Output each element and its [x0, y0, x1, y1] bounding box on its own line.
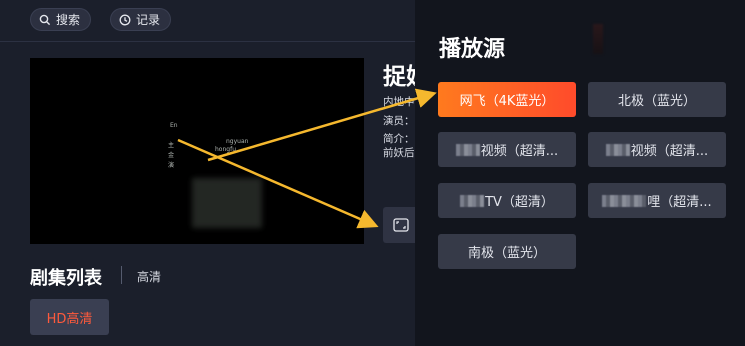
- intro-label: 简介：: [383, 133, 415, 145]
- region-text: 内地中: [383, 96, 415, 108]
- panel-title: 播放源: [439, 37, 506, 62]
- source-label: 哩（超清...: [647, 195, 712, 210]
- search-button[interactable]: 搜索: [30, 8, 92, 31]
- source-label: 南极（蓝光）: [467, 246, 546, 261]
- search-icon: [39, 14, 51, 25]
- source-video-2[interactable]: 视频（超清...: [588, 132, 726, 167]
- video-overlay-text: ngyuan: [226, 138, 249, 145]
- source-video-1[interactable]: 视频（超清...: [438, 132, 576, 167]
- source-bili[interactable]: 哩（超清...: [588, 183, 726, 218]
- intro-text: 前妖后: [383, 147, 415, 159]
- source-label: 网飞（4K蓝光）: [459, 94, 555, 109]
- source-netflix-4k[interactable]: 网飞（4K蓝光）: [438, 82, 576, 117]
- fullscreen-icon: [393, 218, 409, 232]
- masked-text: [602, 194, 647, 207]
- search-label: 搜索: [56, 13, 81, 27]
- top-bar: 搜索 记录: [0, 0, 415, 42]
- cast-label: 演员：: [383, 115, 415, 127]
- video-frame-blur: [192, 178, 262, 228]
- video-overlay-text: En: [170, 122, 178, 129]
- video-overlay-text: 主: [168, 142, 175, 149]
- source-tv[interactable]: TV（超清）: [438, 183, 576, 218]
- masked-text: [605, 143, 630, 156]
- source-label: 北极（蓝光）: [617, 94, 696, 109]
- episode-quality-label: 高清: [137, 270, 162, 284]
- video-overlay-text: hongfu: [215, 146, 236, 153]
- source-label: TV（超清）: [485, 195, 554, 210]
- history-label: 记录: [136, 13, 161, 27]
- clock-icon: [119, 14, 131, 25]
- masked-text: [455, 143, 480, 156]
- source-nanji[interactable]: 南极（蓝光）: [438, 234, 576, 269]
- source-panel: 播放源 网飞（4K蓝光） 北极（蓝光） 视频（超清... 视频（超清... TV…: [415, 0, 745, 346]
- video-overlay-text: 演: [168, 162, 175, 169]
- source-label: 视频（超清...: [480, 144, 559, 159]
- video-overlay-text: 金: [168, 152, 175, 159]
- episode-hd-button[interactable]: HD高清: [30, 299, 109, 335]
- panel-decoration: [593, 24, 603, 54]
- fullscreen-button[interactable]: [383, 207, 419, 243]
- source-beiji[interactable]: 北极（蓝光）: [588, 82, 726, 117]
- divider: [121, 266, 122, 284]
- video-player[interactable]: En ngyuan hongfu 主 金 演: [30, 58, 364, 244]
- history-button[interactable]: 记录: [110, 8, 172, 31]
- masked-text: [460, 194, 485, 207]
- source-label: 视频（超清...: [630, 144, 709, 159]
- episode-list-title: 剧集列表: [30, 268, 102, 289]
